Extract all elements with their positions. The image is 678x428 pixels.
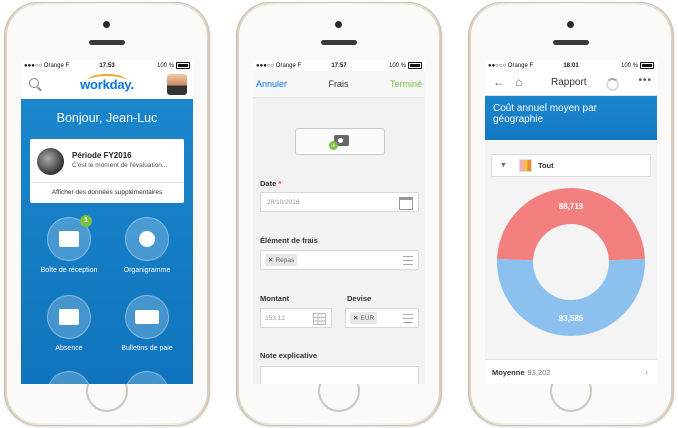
page-title: Rapport	[551, 77, 587, 88]
donut-chart-container: 88,719 93,585	[485, 187, 657, 338]
home-body: Bonjour, Jean-Luc Période FY2016 C'est l…	[21, 99, 193, 384]
average-value: 93,202	[527, 367, 551, 377]
status-bar: ●●●○○ Orange F 17:53 100 %	[21, 60, 193, 71]
donut-slice[interactable]	[497, 187, 645, 261]
workday-logo: workday.	[80, 77, 134, 92]
calculator-icon[interactable]	[313, 313, 326, 325]
donut-chart: 88,719 93,585	[497, 187, 645, 336]
inbox-badge: 1	[80, 215, 92, 227]
note-label: Note explicative	[260, 351, 318, 360]
list-icon[interactable]	[403, 256, 413, 265]
front-camera	[335, 21, 342, 28]
currency-field[interactable]: ✕ EUR	[345, 308, 419, 328]
tile-inbox[interactable]: 1 Boîte de réception	[29, 215, 109, 274]
amount-field[interactable]: 153,12	[260, 308, 332, 328]
card-title: Période FY2016	[72, 151, 132, 160]
tile-absence[interactable]: Absence	[29, 295, 109, 352]
tile-icon	[47, 371, 91, 384]
announcement-card[interactable]: Période FY2016 C'est le moment de l'éval…	[30, 139, 184, 203]
attach-photo-button[interactable]: +	[295, 128, 385, 155]
average-row[interactable]: Moyenne 93,202 ›	[485, 359, 657, 384]
status-time: 18:01	[563, 62, 579, 69]
more-options-icon[interactable]: •••	[638, 75, 652, 86]
status-time: 17:57	[331, 62, 347, 69]
tile-label: Bulletins de paie	[121, 345, 173, 352]
tile-org-chart[interactable]: Organigramme	[107, 217, 187, 274]
calendar-icon[interactable]	[399, 197, 413, 210]
battery-icon	[640, 62, 654, 69]
filter-dropdown[interactable]: ▼ Tout	[491, 154, 651, 177]
slice-label: 93,585	[559, 314, 584, 323]
tile-label: Boîte de réception	[40, 267, 98, 274]
battery-icon	[408, 62, 422, 69]
card-image	[37, 148, 64, 175]
back-arrow-icon[interactable]: ←	[493, 75, 505, 89]
average-label: Moyenne	[492, 367, 525, 377]
done-button[interactable]: Terminé	[390, 79, 422, 89]
remove-icon: ✕	[268, 257, 274, 264]
search-icon[interactable]	[29, 78, 39, 88]
card-subtitle: C'est le moment de l'évaluation...	[72, 162, 168, 169]
status-bar: ●●●○○ Orange F 17:57 100 %	[253, 60, 425, 71]
screen-expense: ●●●○○ Orange F 17:57 100 % Annuler Frais…	[253, 60, 425, 384]
org-chart-icon	[125, 217, 169, 261]
screen-report: ●●○○○ Orange F 18:01 100 % ← ⌂ Rapport •…	[485, 60, 657, 384]
greeting: Bonjour, Jean-Luc	[56, 111, 158, 125]
phone-frame-1: ●●●○○ Orange F 17:53 100 % workday. Bonj…	[4, 2, 210, 426]
currency-chip[interactable]: ✕ EUR	[350, 312, 378, 324]
date-field[interactable]: 28/10/2016	[260, 192, 419, 212]
earpiece	[553, 40, 589, 45]
divider	[30, 182, 184, 183]
dropdown-arrow-icon: ▼	[500, 162, 507, 169]
app-header: workday.	[21, 71, 193, 100]
amount-label: Montant	[260, 294, 290, 303]
tile-more-1[interactable]	[29, 371, 109, 384]
inbox-icon: 1	[47, 215, 92, 261]
loading-spinner-icon	[606, 78, 619, 91]
expense-form: + Date * 28/10/2016 Élément de frais ✕ Re…	[253, 98, 425, 384]
chevron-right-icon: ›	[645, 367, 648, 377]
filter-color-icon	[518, 159, 532, 172]
status-time: 17:53	[99, 62, 115, 69]
payslip-icon	[125, 295, 169, 339]
show-more-link[interactable]: Afficher des données supplémentaires	[30, 189, 184, 196]
note-field[interactable]	[260, 366, 419, 384]
expense-item-label: Élément de frais	[260, 236, 318, 245]
filter-value: Tout	[537, 161, 554, 170]
nav-bar: ← ⌂ Rapport •••	[485, 71, 657, 96]
phone-frame-3: ●●○○○ Orange F 18:01 100 % ← ⌂ Rapport •…	[468, 2, 674, 426]
tile-label: Organigramme	[123, 267, 171, 274]
earpiece	[321, 40, 357, 45]
status-bar: ●●○○○ Orange F 18:01 100 %	[485, 60, 657, 71]
donut-slice[interactable]	[497, 258, 645, 336]
suitcase-icon	[47, 295, 91, 339]
report-title: Coût annuel moyen par géographie	[485, 96, 657, 140]
list-icon[interactable]	[403, 314, 413, 323]
slice-label: 88,719	[559, 202, 584, 211]
tile-icon	[125, 371, 169, 384]
front-camera	[567, 21, 574, 28]
amount-value: 153,12	[265, 314, 285, 322]
date-value: 28/10/2016	[267, 198, 300, 206]
front-camera	[103, 21, 110, 28]
plus-icon: +	[329, 141, 338, 150]
date-label: Date *	[260, 179, 282, 188]
report-body: ▼ Tout 88,719 93,585	[485, 140, 657, 384]
expense-item-field[interactable]: ✕ Repas	[260, 250, 419, 270]
cancel-button[interactable]: Annuler	[256, 79, 287, 89]
remove-icon: ✕	[353, 315, 359, 322]
page-title: Frais	[328, 79, 349, 89]
currency-label: Devise	[347, 294, 372, 303]
avatar[interactable]	[167, 74, 187, 95]
tile-payslips[interactable]: Bulletins de paie	[107, 295, 187, 352]
home-icon[interactable]: ⌂	[515, 75, 522, 89]
phone-frame-2: ●●●○○ Orange F 17:57 100 % Annuler Frais…	[236, 2, 442, 426]
nav-bar: Annuler Frais Terminé	[253, 71, 425, 98]
tile-more-2[interactable]	[107, 371, 187, 384]
expense-item-chip[interactable]: ✕ Repas	[265, 254, 298, 266]
screen-home: ●●●○○ Orange F 17:53 100 % workday. Bonj…	[21, 60, 193, 384]
tile-label: Absence	[55, 345, 83, 352]
battery-icon	[176, 62, 190, 69]
earpiece	[89, 40, 125, 45]
